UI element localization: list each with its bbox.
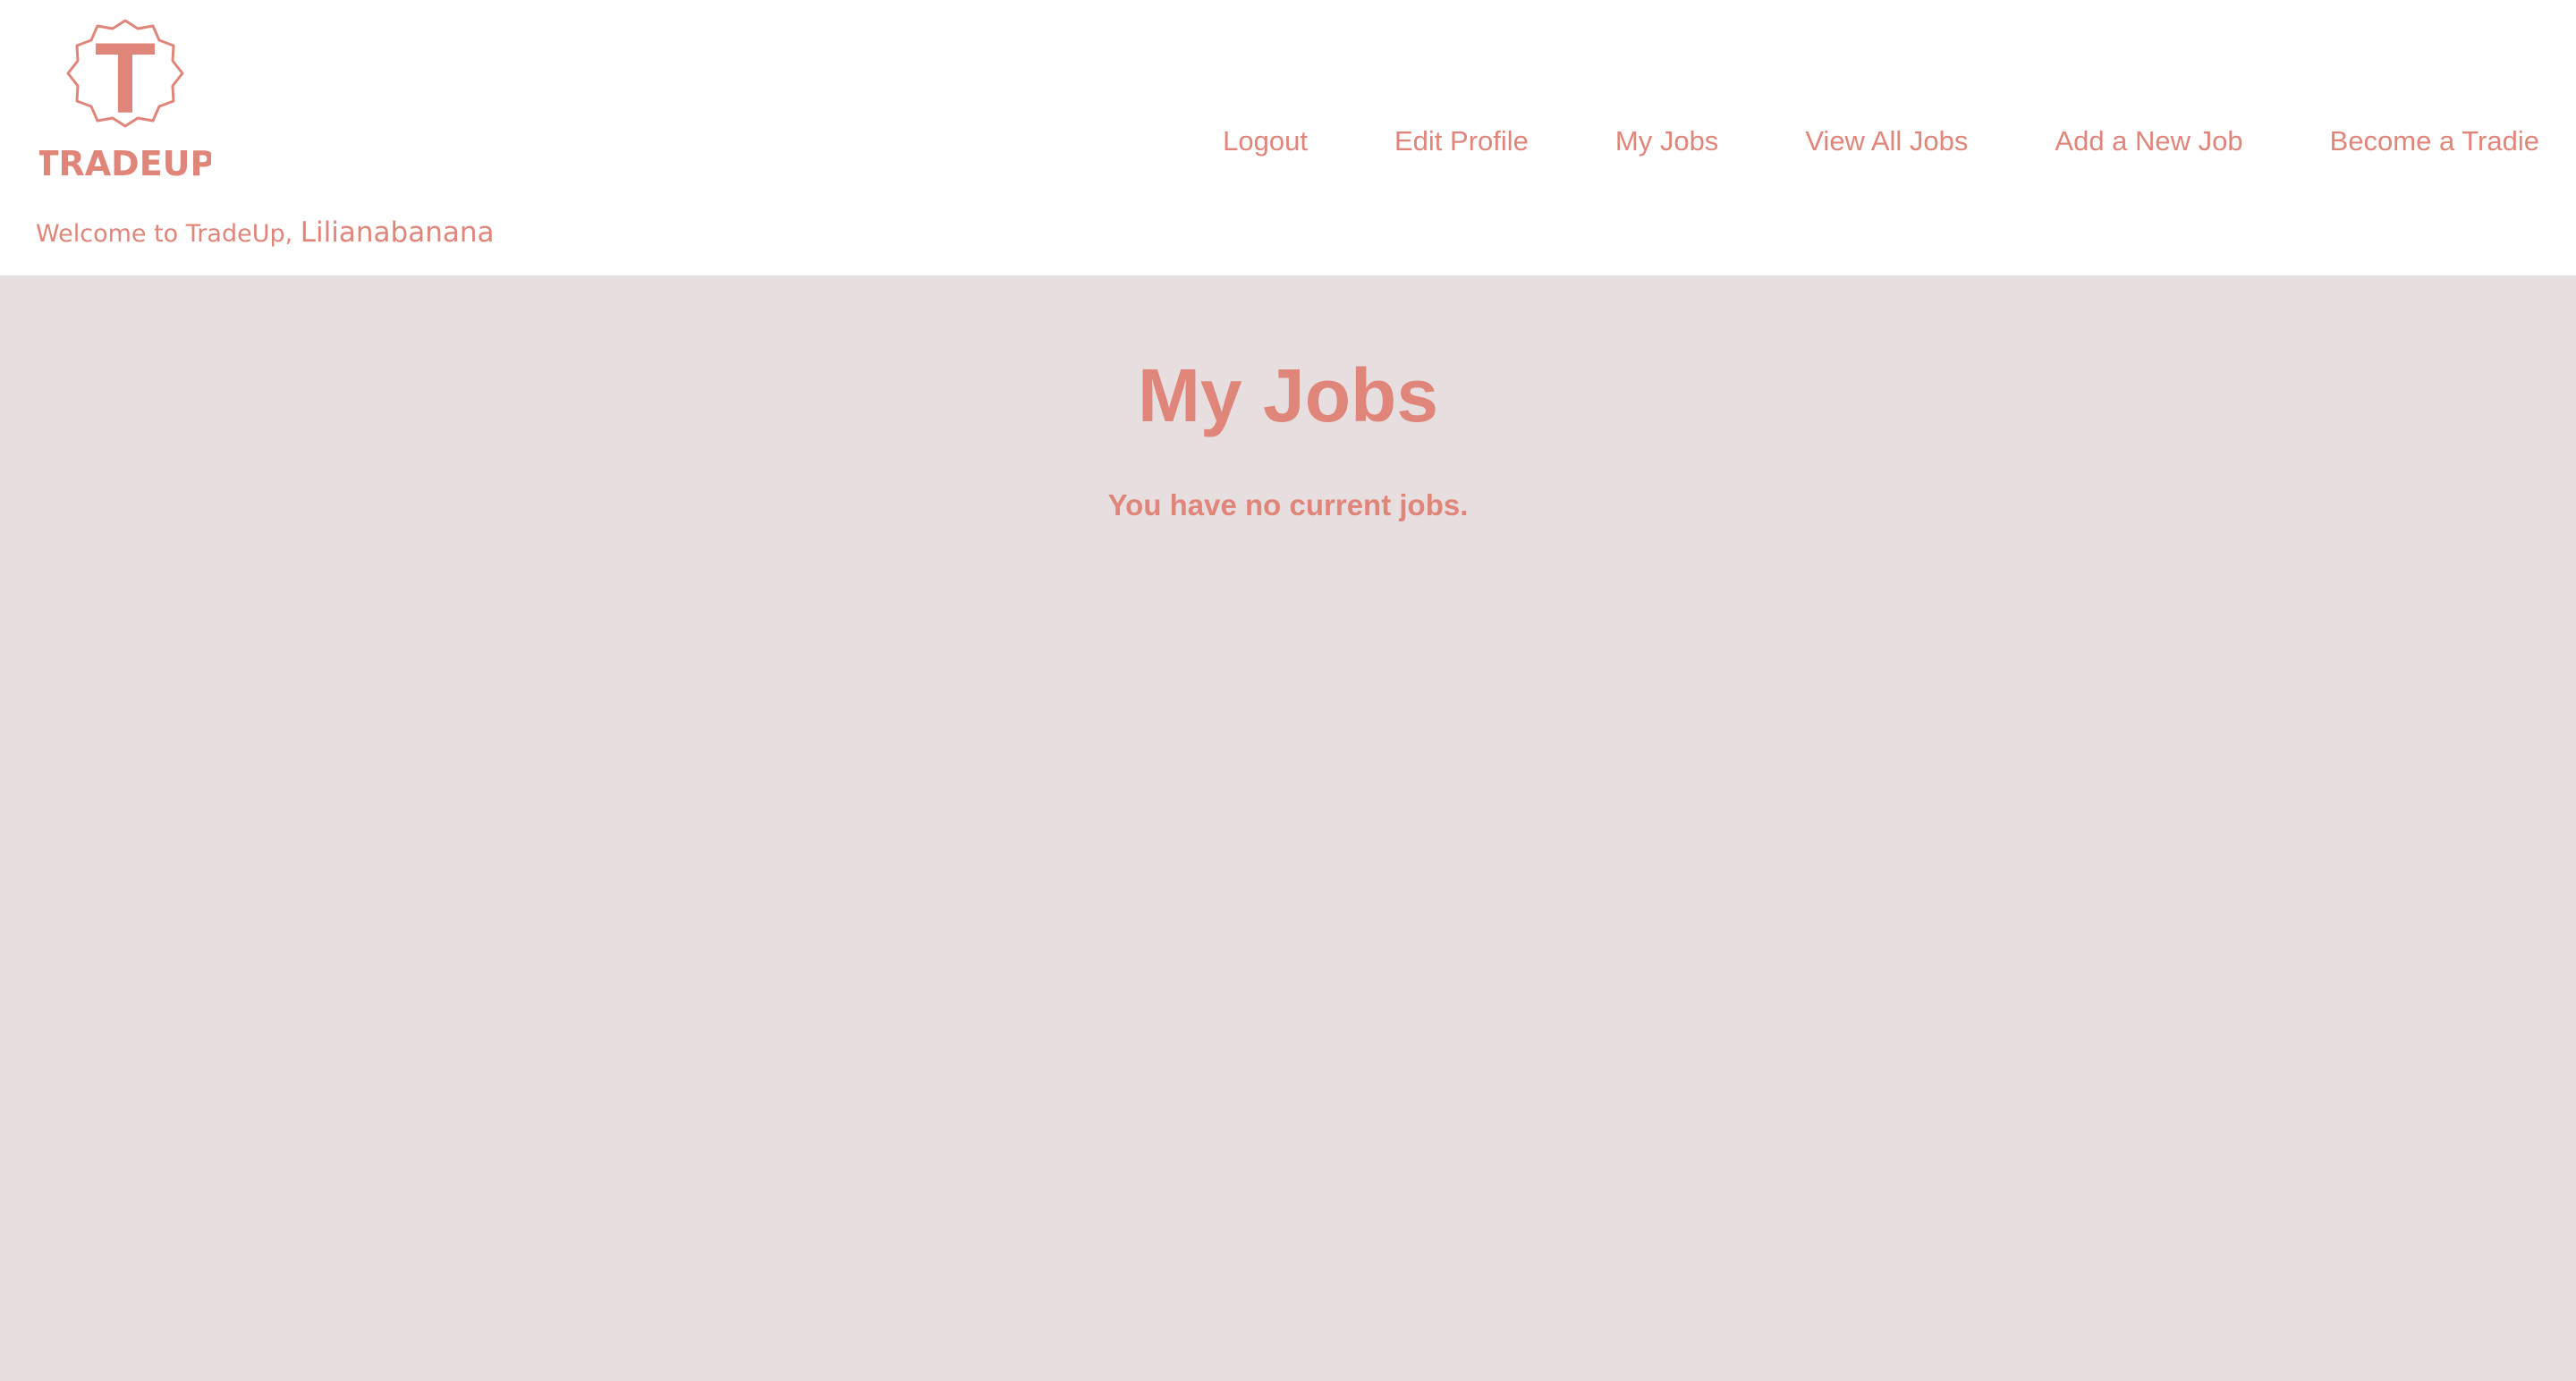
nav-logout-link[interactable]: Logout <box>1223 125 1308 157</box>
logo-letter: T <box>95 22 156 134</box>
nav-become-tradie-link[interactable]: Become a Tradie <box>2330 125 2539 157</box>
logo-wordmark: TRADEUP <box>39 144 211 182</box>
welcome-message: Welcome to TradeUp, Lilianabanana <box>36 216 495 249</box>
nav-edit-profile-link[interactable]: Edit Profile <box>1394 125 1529 157</box>
main-nav: Logout Edit Profile My Jobs View All Job… <box>1223 125 2539 157</box>
empty-jobs-message: You have no current jobs. <box>1107 488 1469 521</box>
welcome-prefix: Welcome to TradeUp, <box>36 220 293 248</box>
username: Lilianabanana <box>300 216 495 249</box>
nav-view-all-jobs-link[interactable]: View All Jobs <box>1805 125 1968 157</box>
page-title: My Jobs <box>1137 353 1439 437</box>
nav-my-jobs-link[interactable]: My Jobs <box>1615 125 1718 157</box>
nav-add-new-job-link[interactable]: Add a New Job <box>2055 125 2242 157</box>
tradeup-logo-badge-icon: T TRADEUP <box>39 19 211 182</box>
tradeup-logo[interactable]: T TRADEUP <box>39 16 211 182</box>
site-header: T TRADEUP Welcome to TradeUp, Lilianaban… <box>0 0 2576 275</box>
main-content: My Jobs You have no current jobs. <box>0 275 2576 1381</box>
